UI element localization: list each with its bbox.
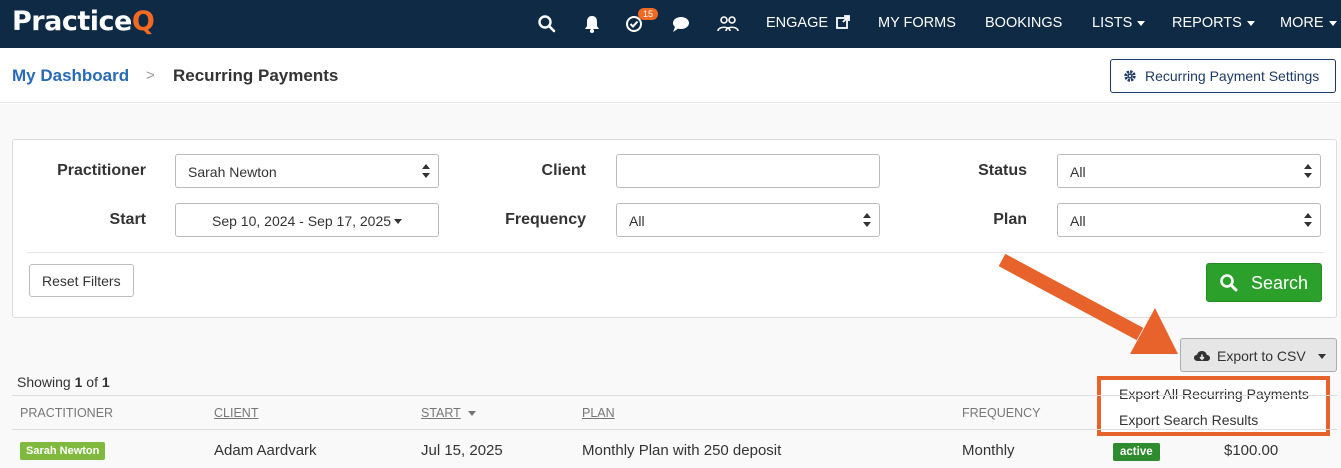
chevron-down-icon (1137, 20, 1146, 26)
nav-reports[interactable]: REPORTS (1172, 15, 1255, 31)
plan-label: Plan (993, 211, 1027, 228)
start-label: Start (109, 211, 146, 228)
search-icon (1220, 274, 1238, 292)
amount-cell: $100.00 (1224, 442, 1279, 459)
tasks-count-badge: 15 (638, 8, 658, 20)
client-input[interactable] (616, 154, 880, 188)
search-button[interactable]: Search (1206, 263, 1322, 302)
external-link-icon (836, 15, 850, 29)
select-arrows-icon (1304, 164, 1312, 180)
chat-icon[interactable] (670, 13, 692, 35)
frequency-label: Frequency (505, 211, 586, 228)
nav-bookings[interactable]: BOOKINGS (985, 15, 1062, 31)
nav-lists[interactable]: LISTS (1092, 15, 1146, 31)
select-arrows-icon (1304, 213, 1312, 229)
status-badge: active (1113, 443, 1160, 461)
practiceq-logo[interactable]: PracticeQ (12, 6, 155, 37)
frequency-cell: Monthly (962, 442, 1015, 459)
frequency-select[interactable]: All (616, 203, 880, 237)
recurring-payment-settings-button[interactable]: Recurring Payment Settings (1110, 59, 1336, 93)
breadcrumb-separator: > (146, 67, 155, 84)
column-frequency: FREQUENCY (962, 406, 1041, 420)
export-to-csv-button[interactable]: Export to CSV (1180, 338, 1337, 372)
chevron-down-icon (394, 219, 402, 224)
gear-icon (1124, 70, 1136, 82)
nav-engage[interactable]: ENGAGE (766, 15, 850, 31)
sort-desc-icon (467, 411, 476, 417)
practitioner-tag: Sarah Newton (20, 442, 106, 460)
breadcrumb-home-link[interactable]: My Dashboard (12, 66, 129, 86)
status-select[interactable]: All (1057, 154, 1321, 188)
column-client[interactable]: CLIENT (214, 406, 258, 420)
plan-cell: Monthly Plan with 250 deposit (582, 442, 782, 459)
top-navigation: PracticeQ 15 ENGAGE MY FORMS BOOKINGS LI… (0, 0, 1341, 48)
search-icon[interactable] (536, 13, 558, 35)
column-practitioner: PRACTITIONER (20, 406, 114, 420)
column-start[interactable]: START (421, 406, 476, 420)
table-row[interactable]: Sarah Newton Adam Aardvark Jul 15, 2025 … (12, 431, 1337, 468)
status-label: Status (978, 162, 1027, 179)
column-plan[interactable]: PLAN (582, 406, 615, 420)
date-range-picker[interactable]: Sep 10, 2024 - Sep 17, 2025 (175, 203, 439, 237)
nav-my-forms[interactable]: MY FORMS (878, 15, 956, 31)
chevron-down-icon (1246, 20, 1255, 26)
cloud-download-icon (1194, 351, 1210, 361)
practitioner-select[interactable]: Sarah Newton (175, 154, 439, 188)
select-arrows-icon (863, 213, 871, 229)
nav-more[interactable]: MORE (1280, 15, 1337, 31)
reset-filters-button[interactable]: Reset Filters (29, 264, 134, 297)
chevron-down-icon (1318, 354, 1326, 359)
client-cell: Adam Aardvark (214, 442, 317, 459)
team-icon[interactable] (716, 13, 740, 35)
breadcrumb: My Dashboard > Recurring Payments Recurr… (0, 48, 1341, 103)
chevron-down-icon (1328, 20, 1337, 26)
bell-icon[interactable] (581, 13, 603, 35)
client-label: Client (541, 162, 586, 179)
table-header: PRACTITIONER CLIENT START PLAN FREQUENCY (12, 395, 1337, 430)
select-arrows-icon (422, 164, 430, 180)
start-cell: Jul 15, 2025 (421, 442, 503, 459)
plan-select[interactable]: All (1057, 203, 1321, 237)
practitioner-label: Practitioner (57, 162, 146, 179)
page-title: Recurring Payments (173, 66, 339, 85)
annotation-arrow-icon (998, 253, 1178, 354)
results-count: Showing 1 of 1 (17, 374, 110, 390)
